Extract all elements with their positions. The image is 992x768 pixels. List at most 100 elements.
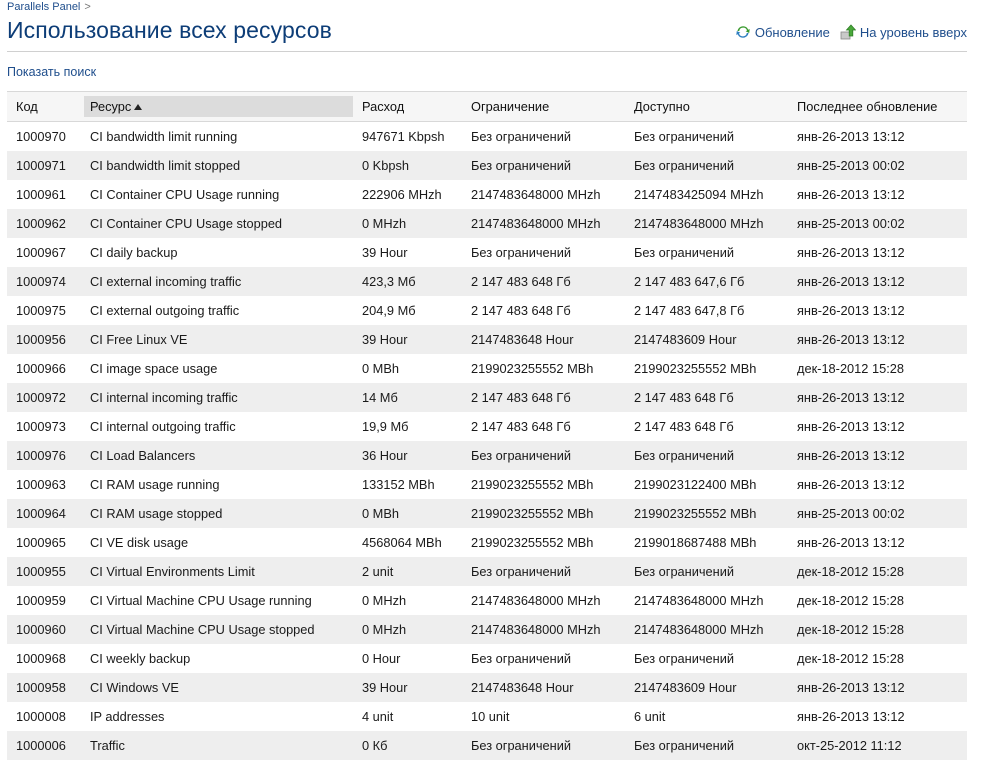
cell-usage: 14 Мб bbox=[353, 383, 462, 412]
cell-code: 1000008 bbox=[7, 702, 81, 731]
cell-code: 1000966 bbox=[7, 354, 81, 383]
table-row[interactable]: 1000963 CI RAM usage running 133152 MBh 219… bbox=[7, 470, 967, 499]
column-header-last-update[interactable]: Последнее обновление bbox=[788, 91, 967, 122]
cell-code: 1000973 bbox=[7, 412, 81, 441]
table-header-row: Код Ресурс Расход Ограничение Доступно П… bbox=[7, 91, 967, 122]
table-row[interactable]: 1000962 CI Container CPU Usage stopped 0 M… bbox=[7, 209, 967, 238]
table-row[interactable]: 1000970 CI bandwidth limit running 947671 … bbox=[7, 121, 967, 151]
cell-available: 2199023255552 MBh bbox=[625, 499, 788, 528]
show-search-link[interactable]: Показать поиск bbox=[7, 65, 96, 79]
breadcrumb-separator: > bbox=[84, 1, 91, 13]
cell-last-update: янв-26-2013 13:12 bbox=[788, 296, 967, 325]
column-header-usage[interactable]: Расход bbox=[353, 91, 462, 122]
table-row[interactable]: 1000959 CI Virtual Machine CPU Usage runn… bbox=[7, 586, 967, 615]
cell-usage: 0 MHzh bbox=[353, 209, 462, 238]
cell-code: 1000972 bbox=[7, 383, 81, 412]
refresh-button[interactable]: Обновление bbox=[735, 24, 830, 40]
cell-limit: 2147483648000 MHzh bbox=[462, 586, 625, 615]
cell-resource: CI external incoming traffic bbox=[81, 267, 353, 296]
table-row[interactable]: 1000973 CI internal outgoing traffic 19,9 … bbox=[7, 412, 967, 441]
cell-limit: Без ограничений bbox=[462, 121, 625, 151]
cell-usage: 2 unit bbox=[353, 557, 462, 586]
table-row[interactable]: 1000972 CI internal incoming traffic 14 Мб… bbox=[7, 383, 967, 412]
column-header-label: Расход bbox=[362, 99, 405, 114]
cell-available: 2199018687488 MBh bbox=[625, 528, 788, 557]
cell-available: 2 147 483 648 Гб bbox=[625, 383, 788, 412]
cell-code: 1000968 bbox=[7, 644, 81, 673]
cell-limit: 2147483648 Hour bbox=[462, 673, 625, 702]
cell-code: 1000006 bbox=[7, 731, 81, 760]
cell-resource: CI internal outgoing traffic bbox=[81, 412, 353, 441]
cell-usage: 423,3 Мб bbox=[353, 267, 462, 296]
column-header-label: Доступно bbox=[634, 99, 690, 114]
toolbar: Обновление На уровень вверх bbox=[735, 24, 967, 40]
cell-resource: Traffic bbox=[81, 731, 353, 760]
cell-limit: 2147483648 Hour bbox=[462, 325, 625, 354]
cell-last-update: окт-25-2012 11:12 bbox=[788, 731, 967, 760]
column-header-limit[interactable]: Ограничение bbox=[462, 91, 625, 122]
level-up-button[interactable]: На уровень вверх bbox=[840, 24, 967, 40]
table-row[interactable]: 1000964 CI RAM usage stopped 0 MBh 21990232… bbox=[7, 499, 967, 528]
cell-usage: 4 unit bbox=[353, 702, 462, 731]
table-row[interactable]: 1000956 CI Free Linux VE 39 Hour 2147483648… bbox=[7, 325, 967, 354]
cell-resource: CI weekly backup bbox=[81, 644, 353, 673]
table-row[interactable]: 1000967 CI daily backup 39 Hour Без огранич… bbox=[7, 238, 967, 267]
cell-limit: Без ограничений bbox=[462, 731, 625, 760]
level-up-icon bbox=[840, 24, 856, 40]
column-header-label: Ограничение bbox=[471, 99, 550, 114]
table-body: 1000970 CI bandwidth limit running 947671 … bbox=[7, 121, 967, 760]
cell-last-update: янв-26-2013 13:12 bbox=[788, 121, 967, 151]
cell-limit: 2 147 483 648 Гб bbox=[462, 383, 625, 412]
refresh-icon bbox=[736, 26, 750, 38]
cell-resource: CI internal incoming traffic bbox=[81, 383, 353, 412]
column-header-resource[interactable]: Ресурс bbox=[81, 91, 353, 122]
sorted-header-highlight: Ресурс bbox=[84, 96, 353, 117]
breadcrumb-root-link[interactable]: Parallels Panel bbox=[7, 1, 80, 13]
cell-code: 1000958 bbox=[7, 673, 81, 702]
cell-resource: CI Load Balancers bbox=[81, 441, 353, 470]
table-row[interactable]: 1000976 CI Load Balancers 36 Hour Без огран… bbox=[7, 441, 967, 470]
cell-code: 1000955 bbox=[7, 557, 81, 586]
cell-available: 2199023255552 MBh bbox=[625, 354, 788, 383]
table-row[interactable]: 1000971 CI bandwidth limit stopped 0 Kbpsh… bbox=[7, 151, 967, 180]
cell-code: 1000970 bbox=[7, 121, 81, 151]
column-header-code[interactable]: Код bbox=[7, 91, 81, 122]
cell-available: 2 147 483 647,6 Гб bbox=[625, 267, 788, 296]
cell-limit: Без ограничений bbox=[462, 238, 625, 267]
cell-available: 2 147 483 647,8 Гб bbox=[625, 296, 788, 325]
cell-resource: CI Container CPU Usage running bbox=[81, 180, 353, 209]
table-row[interactable]: 1000958 CI Windows VE 39 Hour 2147483648 Ho… bbox=[7, 673, 967, 702]
cell-resource: CI Free Linux VE bbox=[81, 325, 353, 354]
cell-limit: 10 unit bbox=[462, 702, 625, 731]
cell-code: 1000967 bbox=[7, 238, 81, 267]
table-row[interactable]: 1000966 CI image space usage 0 MBh 21990232… bbox=[7, 354, 967, 383]
cell-resource: CI RAM usage running bbox=[81, 470, 353, 499]
cell-available: Без ограничений bbox=[625, 121, 788, 151]
cell-limit: 2199023255552 MBh bbox=[462, 499, 625, 528]
column-header-available[interactable]: Доступно bbox=[625, 91, 788, 122]
cell-resource: IP addresses bbox=[81, 702, 353, 731]
cell-resource: CI bandwidth limit running bbox=[81, 121, 353, 151]
table-row[interactable]: 1000008 IP addresses 4 unit 10 unit 6 unit ян… bbox=[7, 702, 967, 731]
refresh-label: Обновление bbox=[754, 24, 830, 40]
table-row[interactable]: 1000965 CI VE disk usage 4568064 MBh 219902… bbox=[7, 528, 967, 557]
column-header-label: Последнее обновление bbox=[797, 99, 938, 114]
table-row[interactable]: 1000961 CI Container CPU Usage running 222… bbox=[7, 180, 967, 209]
cell-limit: 2 147 483 648 Гб bbox=[462, 296, 625, 325]
cell-usage: 133152 MBh bbox=[353, 470, 462, 499]
cell-available: Без ограничений bbox=[625, 441, 788, 470]
cell-code: 1000965 bbox=[7, 528, 81, 557]
table-row[interactable]: 1000955 CI Virtual Environments Limit 2 un… bbox=[7, 557, 967, 586]
table-row[interactable]: 1000975 CI external outgoing traffic 204,9… bbox=[7, 296, 967, 325]
table-row[interactable]: 1000974 CI external incoming traffic 423,3… bbox=[7, 267, 967, 296]
cell-available: Без ограничений bbox=[625, 731, 788, 760]
cell-last-update: янв-26-2013 13:12 bbox=[788, 238, 967, 267]
cell-last-update: янв-26-2013 13:12 bbox=[788, 267, 967, 296]
table-row[interactable]: 1000968 CI weekly backup 0 Hour Без огранич… bbox=[7, 644, 967, 673]
cell-code: 1000971 bbox=[7, 151, 81, 180]
cell-resource: CI Virtual Machine CPU Usage stopped bbox=[81, 615, 353, 644]
cell-usage: 0 Кб bbox=[353, 731, 462, 760]
cell-available: Без ограничений bbox=[625, 557, 788, 586]
table-row[interactable]: 1000006 Traffic 0 Кб Без ограничений Без огр… bbox=[7, 731, 967, 760]
table-row[interactable]: 1000960 CI Virtual Machine CPU Usage stop… bbox=[7, 615, 967, 644]
